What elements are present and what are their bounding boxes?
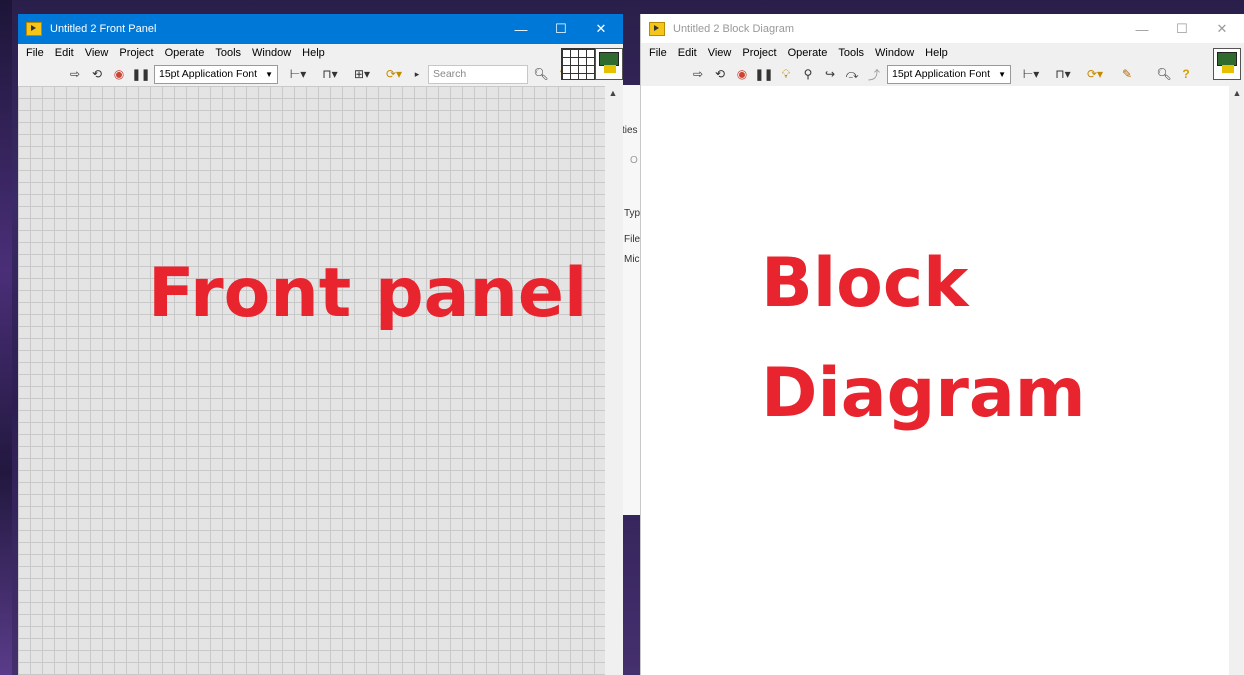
menu-bar: File Edit View Project Operate Tools Win…: [18, 43, 623, 63]
background-window-text: File: [624, 234, 641, 245]
distribute-objects-icon[interactable]: ⊓▾: [316, 65, 344, 83]
menu-help[interactable]: Help: [302, 47, 325, 59]
menu-bar: File Edit View Project Operate Tools Win…: [641, 43, 1244, 63]
menu-edit[interactable]: Edit: [55, 47, 74, 59]
menu-tools[interactable]: Tools: [215, 47, 241, 59]
menu-help[interactable]: Help: [925, 47, 948, 59]
vi-icon[interactable]: [595, 48, 623, 80]
block-diagram-label-line1: Block: [761, 244, 969, 323]
highlight-execution-icon[interactable]: 💡︎: [777, 65, 795, 83]
font-selector[interactable]: 15pt Application Font ▼: [154, 64, 278, 84]
background-window-text: O: [630, 155, 638, 166]
font-selector-value: 15pt Application Font: [159, 68, 258, 80]
scroll-up-icon[interactable]: ▲: [605, 86, 621, 100]
help-icon[interactable]: ?: [1177, 65, 1195, 83]
window-title: Untitled 2 Front Panel: [50, 23, 157, 35]
abort-execution-icon[interactable]: ◉: [110, 65, 128, 83]
align-objects-icon[interactable]: ⊢▾: [1017, 65, 1045, 83]
pause-icon[interactable]: ❚❚: [755, 65, 773, 83]
search-placeholder: Search: [433, 68, 467, 80]
run-continuously-icon[interactable]: ⟲: [711, 65, 729, 83]
menu-view[interactable]: View: [85, 47, 109, 59]
toolbar: ⇨ ⟲ ◉ ❚❚ 💡︎ ⚲ ↪ ⤼ ⤴ 15pt Application Fon…: [641, 63, 1244, 85]
vertical-scrollbar[interactable]: ▲: [605, 86, 621, 675]
search-input[interactable]: Search: [428, 64, 528, 84]
menu-window[interactable]: Window: [875, 47, 914, 59]
menu-operate[interactable]: Operate: [788, 47, 828, 59]
maximize-button[interactable]: ☐: [541, 14, 581, 44]
desktop-wallpaper-strip: [0, 0, 12, 675]
menu-operate[interactable]: Operate: [165, 47, 205, 59]
labview-icon: [26, 22, 42, 36]
background-window-text: ties: [622, 125, 638, 136]
close-button[interactable]: ✕: [1202, 14, 1242, 44]
resize-objects-icon[interactable]: ⊞▾: [348, 65, 376, 83]
pause-icon[interactable]: ❚❚: [132, 65, 150, 83]
window-title: Untitled 2 Block Diagram: [673, 23, 795, 35]
search-expand-icon[interactable]: ▸: [412, 65, 422, 83]
front-panel-label: Front panel: [148, 254, 588, 333]
font-selector-value: 15pt Application Font: [892, 68, 991, 80]
font-selector[interactable]: 15pt Application Font ▼: [887, 64, 1011, 84]
step-over-icon[interactable]: ⤼: [843, 65, 861, 83]
align-objects-icon[interactable]: ⊢▾: [284, 65, 312, 83]
menu-file[interactable]: File: [26, 47, 44, 59]
background-window-text: Mic: [624, 254, 640, 265]
vertical-scrollbar[interactable]: ▲: [1229, 86, 1244, 675]
front-panel-window: Untitled 2 Front Panel — ☐ ✕ File Edit V…: [18, 14, 623, 675]
reorder-icon[interactable]: ⟳▾: [380, 65, 408, 83]
step-into-icon[interactable]: ↪: [821, 65, 839, 83]
minimize-button[interactable]: —: [501, 14, 541, 44]
vi-icon[interactable]: [1213, 48, 1241, 80]
labview-icon: [649, 22, 665, 36]
block-diagram-label-line2: Diagram: [761, 354, 1086, 433]
run-arrow-icon[interactable]: ⇨: [66, 65, 84, 83]
abort-execution-icon[interactable]: ◉: [733, 65, 751, 83]
menu-view[interactable]: View: [708, 47, 732, 59]
retain-wire-values-icon[interactable]: ⚲: [799, 65, 817, 83]
menu-edit[interactable]: Edit: [678, 47, 697, 59]
menu-file[interactable]: File: [649, 47, 667, 59]
block-diagram-window: Untitled 2 Block Diagram — ☐ ✕ File Edit…: [640, 14, 1244, 675]
run-continuously-icon[interactable]: ⟲: [88, 65, 106, 83]
block-diagram-titlebar[interactable]: Untitled 2 Block Diagram — ☐ ✕: [641, 14, 1244, 44]
background-window-text: Typ: [624, 208, 641, 219]
search-icon[interactable]: 🔍︎: [532, 65, 550, 83]
menu-project[interactable]: Project: [119, 47, 153, 59]
connector-pane-icon[interactable]: [561, 48, 597, 80]
reorder-icon[interactable]: ⟳▾: [1081, 65, 1109, 83]
toolbar: ⇨ ⟲ ◉ ❚❚ 15pt Application Font ▼ ⊢▾ ⊓▾ ⊞▾…: [18, 63, 623, 85]
search-icon[interactable]: 🔍︎: [1155, 65, 1173, 83]
menu-tools[interactable]: Tools: [838, 47, 864, 59]
scroll-up-icon[interactable]: ▲: [1229, 86, 1244, 100]
chevron-down-icon: ▼: [998, 69, 1006, 79]
menu-window[interactable]: Window: [252, 47, 291, 59]
front-panel-titlebar[interactable]: Untitled 2 Front Panel — ☐ ✕: [18, 14, 623, 44]
minimize-button[interactable]: —: [1122, 14, 1162, 44]
distribute-objects-icon[interactable]: ⊓▾: [1049, 65, 1077, 83]
clean-up-diagram-icon[interactable]: ✎: [1113, 65, 1141, 83]
front-panel-canvas[interactable]: [18, 86, 605, 675]
close-button[interactable]: ✕: [581, 14, 621, 44]
menu-project[interactable]: Project: [742, 47, 776, 59]
maximize-button[interactable]: ☐: [1162, 14, 1202, 44]
run-arrow-icon[interactable]: ⇨: [689, 65, 707, 83]
step-out-icon[interactable]: ⤴: [865, 65, 883, 83]
chevron-down-icon: ▼: [265, 69, 273, 79]
